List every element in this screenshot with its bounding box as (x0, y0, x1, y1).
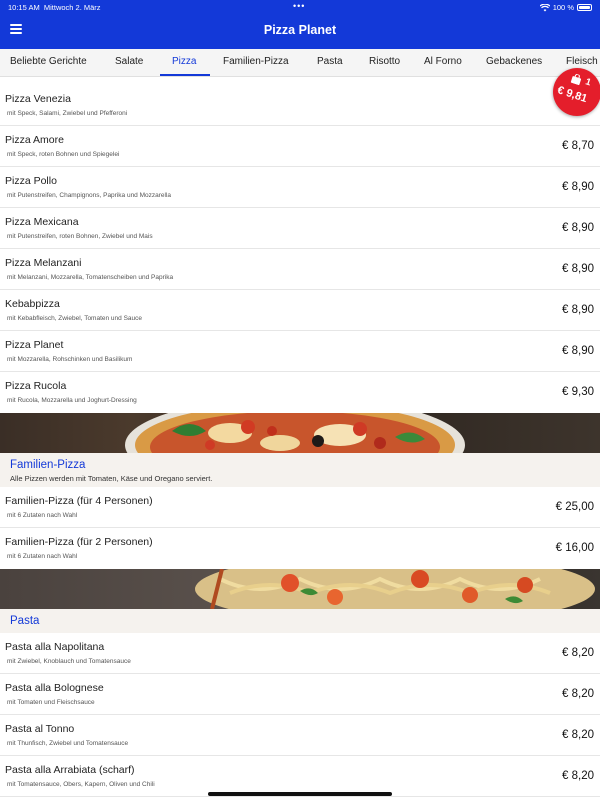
page-title: Pizza Planet (263, 23, 337, 37)
list-item[interactable]: Pizza Melanzani mit Melanzani, Mozzarell… (0, 249, 600, 290)
item-name: Pizza Planet (5, 339, 64, 351)
item-desc: mit Putenstreifen, Champignons, Paprika … (7, 192, 172, 199)
section-subtitle: Alle Pizzen werden mit Tomaten, Käse und… (10, 474, 213, 483)
item-price: € 8,90 (562, 263, 594, 275)
item-desc: mit Rucola, Mozzarella und Joghurt-Dress… (7, 397, 137, 404)
tab-familien-pizza[interactable]: Familien-Pizza (223, 56, 289, 67)
status-time-text: 10:15 AM (8, 3, 40, 12)
item-price: € 8,90 (562, 345, 594, 357)
list-item[interactable]: Pizza Amore mit Speck, roten Bohnen und … (0, 126, 600, 167)
list-item[interactable]: Pasta alla Napolitana mit Zwiebel, Knobl… (0, 633, 600, 674)
item-price: € 8,90 (562, 181, 594, 193)
pizza-banner-image (0, 413, 600, 453)
item-price: € 9,30 (562, 386, 594, 398)
battery-percent: 100 % (552, 3, 574, 12)
item-name: Pizza Rucola (5, 380, 67, 392)
section-title: Familien-Pizza (10, 459, 86, 471)
section-title: Pasta (10, 615, 40, 627)
item-desc: mit Mozzarella, Rohschinken und Basiliku… (7, 356, 133, 363)
item-price: € 8,20 (562, 770, 594, 782)
item-desc: mit Thunfisch, Zwiebel und Tomatensauce (7, 740, 129, 747)
menu-list: Pizza Venezia mit Speck, Salami, Zwiebel… (0, 85, 600, 797)
list-item[interactable]: Pizza Venezia mit Speck, Salami, Zwiebel… (0, 85, 600, 126)
item-price: € 16,00 (555, 542, 594, 554)
section-header-pasta: Pasta (0, 609, 600, 633)
item-name: Pizza Venezia (5, 93, 71, 105)
item-desc: mit Tomaten und Fleischsauce (7, 699, 95, 706)
item-name: Pasta alla Bolognese (5, 682, 104, 694)
list-item[interactable]: Pasta al Tonno mit Thunfisch, Zwiebel un… (0, 715, 600, 756)
item-name: Pasta alla Napolitana (5, 641, 105, 653)
tab-beliebte-gerichte[interactable]: Beliebte Gerichte (10, 56, 87, 67)
item-price: € 25,00 (555, 501, 594, 513)
active-tab-indicator (160, 74, 210, 76)
list-item[interactable]: Pizza Planet mit Mozzarella, Rohschinken… (0, 331, 600, 372)
item-price: € 8,20 (562, 688, 594, 700)
tab-gebackenes[interactable]: Gebackenes (486, 56, 542, 67)
tab-al-forno[interactable]: Al Forno (424, 56, 462, 67)
pasta-banner-image (0, 569, 600, 609)
item-desc: mit Putenstreifen, roten Bohnen, Zwiebel… (7, 233, 153, 240)
item-name: Pasta al Tonno (5, 723, 75, 735)
item-price: € 8,20 (562, 647, 594, 659)
multitask-dots-icon[interactable]: ••• (293, 1, 305, 11)
item-price: € 8,70 (562, 140, 594, 152)
item-price: € 8,90 (562, 222, 594, 234)
tab-pasta[interactable]: Pasta (317, 56, 343, 67)
tab-salate[interactable]: Salate (115, 56, 143, 67)
item-desc: mit 6 Zutaten nach Wahl (7, 553, 78, 560)
tab-fleisch[interactable]: Fleisch (566, 56, 598, 67)
app-header: 10:15 AM Mittwoch 2. März ••• 100 % Pizz… (0, 0, 600, 49)
list-item[interactable]: Pasta alla Bolognese mit Tomaten und Fle… (0, 674, 600, 715)
cart-total: € 9,81 (555, 84, 589, 106)
pasta-illustration (195, 569, 595, 609)
item-price: € 8,90 (562, 304, 594, 316)
item-price: € 8,20 (562, 729, 594, 741)
item-name: Familien-Pizza (für 4 Personen) (5, 495, 153, 507)
pizza-illustration (125, 413, 465, 453)
list-item[interactable]: Familien-Pizza (für 4 Personen) mit 6 Zu… (0, 487, 600, 528)
status-bar: 10:15 AM Mittwoch 2. März ••• 100 % (0, 0, 600, 14)
item-desc: mit Tomatensauce, Obers, Kapern, Oliven … (7, 781, 155, 788)
item-name: Pasta alla Arrabiata (scharf) (5, 764, 135, 776)
section-header-familien-pizza: Familien-Pizza Alle Pizzen werden mit To… (0, 453, 600, 487)
item-name: Pizza Pollo (5, 175, 57, 187)
list-item[interactable]: Pizza Rucola mit Rucola, Mozzarella und … (0, 372, 600, 413)
item-desc: mit Zwiebel, Knoblauch und Tomatensauce (7, 658, 131, 665)
cart-count: 1 (583, 76, 593, 89)
list-item[interactable]: Pizza Pollo mit Putenstreifen, Champigno… (0, 167, 600, 208)
battery-icon (577, 4, 592, 11)
item-desc: mit Speck, roten Bohnen und Spiegelei (7, 151, 120, 158)
item-name: Pizza Amore (5, 134, 64, 146)
list-item[interactable]: Pizza Mexicana mit Putenstreifen, roten … (0, 208, 600, 249)
home-indicator[interactable] (208, 792, 392, 796)
item-desc: mit Melanzani, Mozzarella, Tomatenscheib… (7, 274, 174, 281)
item-name: Kebabpizza (5, 298, 60, 310)
battery-indicator: 100 % (539, 3, 592, 12)
list-item[interactable]: Familien-Pizza (für 2 Personen) mit 6 Zu… (0, 528, 600, 569)
item-name: Pizza Mexicana (5, 216, 79, 228)
item-desc: mit Speck, Salami, Zwiebel und Pfefferon… (7, 110, 128, 117)
tab-pizza[interactable]: Pizza (172, 56, 196, 67)
item-name: Pizza Melanzani (5, 257, 82, 269)
list-item[interactable]: Pasta alla Arrabiata (scharf) mit Tomate… (0, 756, 600, 797)
category-tabs: Beliebte Gerichte Salate Pizza Familien-… (0, 49, 600, 77)
wifi-icon (539, 3, 550, 11)
item-desc: mit Kebabfleisch, Zwiebel, Tomaten und S… (7, 315, 143, 322)
item-name: Familien-Pizza (für 2 Personen) (5, 536, 153, 548)
status-date-text: Mittwoch 2. März (43, 3, 101, 12)
status-time: 10:15 AM Mittwoch 2. März (8, 3, 101, 12)
list-item[interactable]: Kebabpizza mit Kebabfleisch, Zwiebel, To… (0, 290, 600, 331)
item-desc: mit 6 Zutaten nach Wahl (7, 512, 78, 519)
shopping-bag-icon (570, 73, 582, 86)
tab-risotto[interactable]: Risotto (369, 56, 400, 67)
